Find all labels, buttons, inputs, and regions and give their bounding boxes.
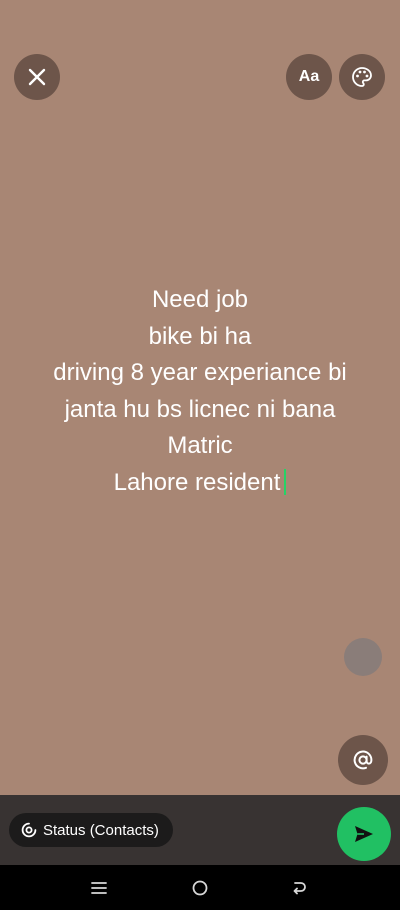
send-button[interactable]: [337, 807, 391, 861]
home-icon: [192, 880, 208, 895]
back-button[interactable]: [279, 865, 319, 910]
status-line-3: driving 8 year experiance bi: [53, 359, 347, 386]
color-palette-button[interactable]: [339, 54, 385, 100]
back-icon: [293, 881, 306, 894]
at-icon: [353, 750, 373, 770]
recent-apps-icon: [91, 881, 107, 894]
close-button[interactable]: [14, 54, 60, 100]
status-text-editor[interactable]: Need job bike bi ha driving 8 year exper…: [20, 282, 380, 501]
recent-apps-button[interactable]: [79, 865, 119, 910]
status-audience-button[interactable]: Status (Contacts): [9, 813, 173, 847]
system-navigation-bar: [0, 865, 400, 910]
status-line-4: janta hu bs licnec ni bana: [64, 395, 336, 423]
send-icon: [355, 826, 373, 842]
status-footer: Status (Contacts): [0, 795, 400, 865]
status-line-6-text: Lahore resident: [113, 468, 281, 496]
status-line-2: bike bi ha: [148, 322, 252, 350]
font-style-label: Aa: [298, 68, 320, 85]
floating-handle[interactable]: [344, 638, 382, 676]
close-icon: [28, 68, 46, 86]
home-button[interactable]: [180, 865, 220, 910]
status-canvas[interactable]: Aa Need job bike bi ha driving 8 year ex…: [0, 0, 400, 795]
text-cursor: [284, 468, 287, 495]
status-audience-label: Status (Contacts): [43, 821, 159, 839]
status-icon: [21, 822, 37, 838]
font-style-button[interactable]: Aa: [286, 54, 332, 100]
palette-icon: [352, 67, 372, 87]
status-line-6: Lahore resident: [20, 465, 380, 502]
mention-button[interactable]: [338, 735, 388, 785]
status-line-1: Need job: [151, 286, 249, 313]
status-line-5: Matric: [167, 432, 233, 459]
